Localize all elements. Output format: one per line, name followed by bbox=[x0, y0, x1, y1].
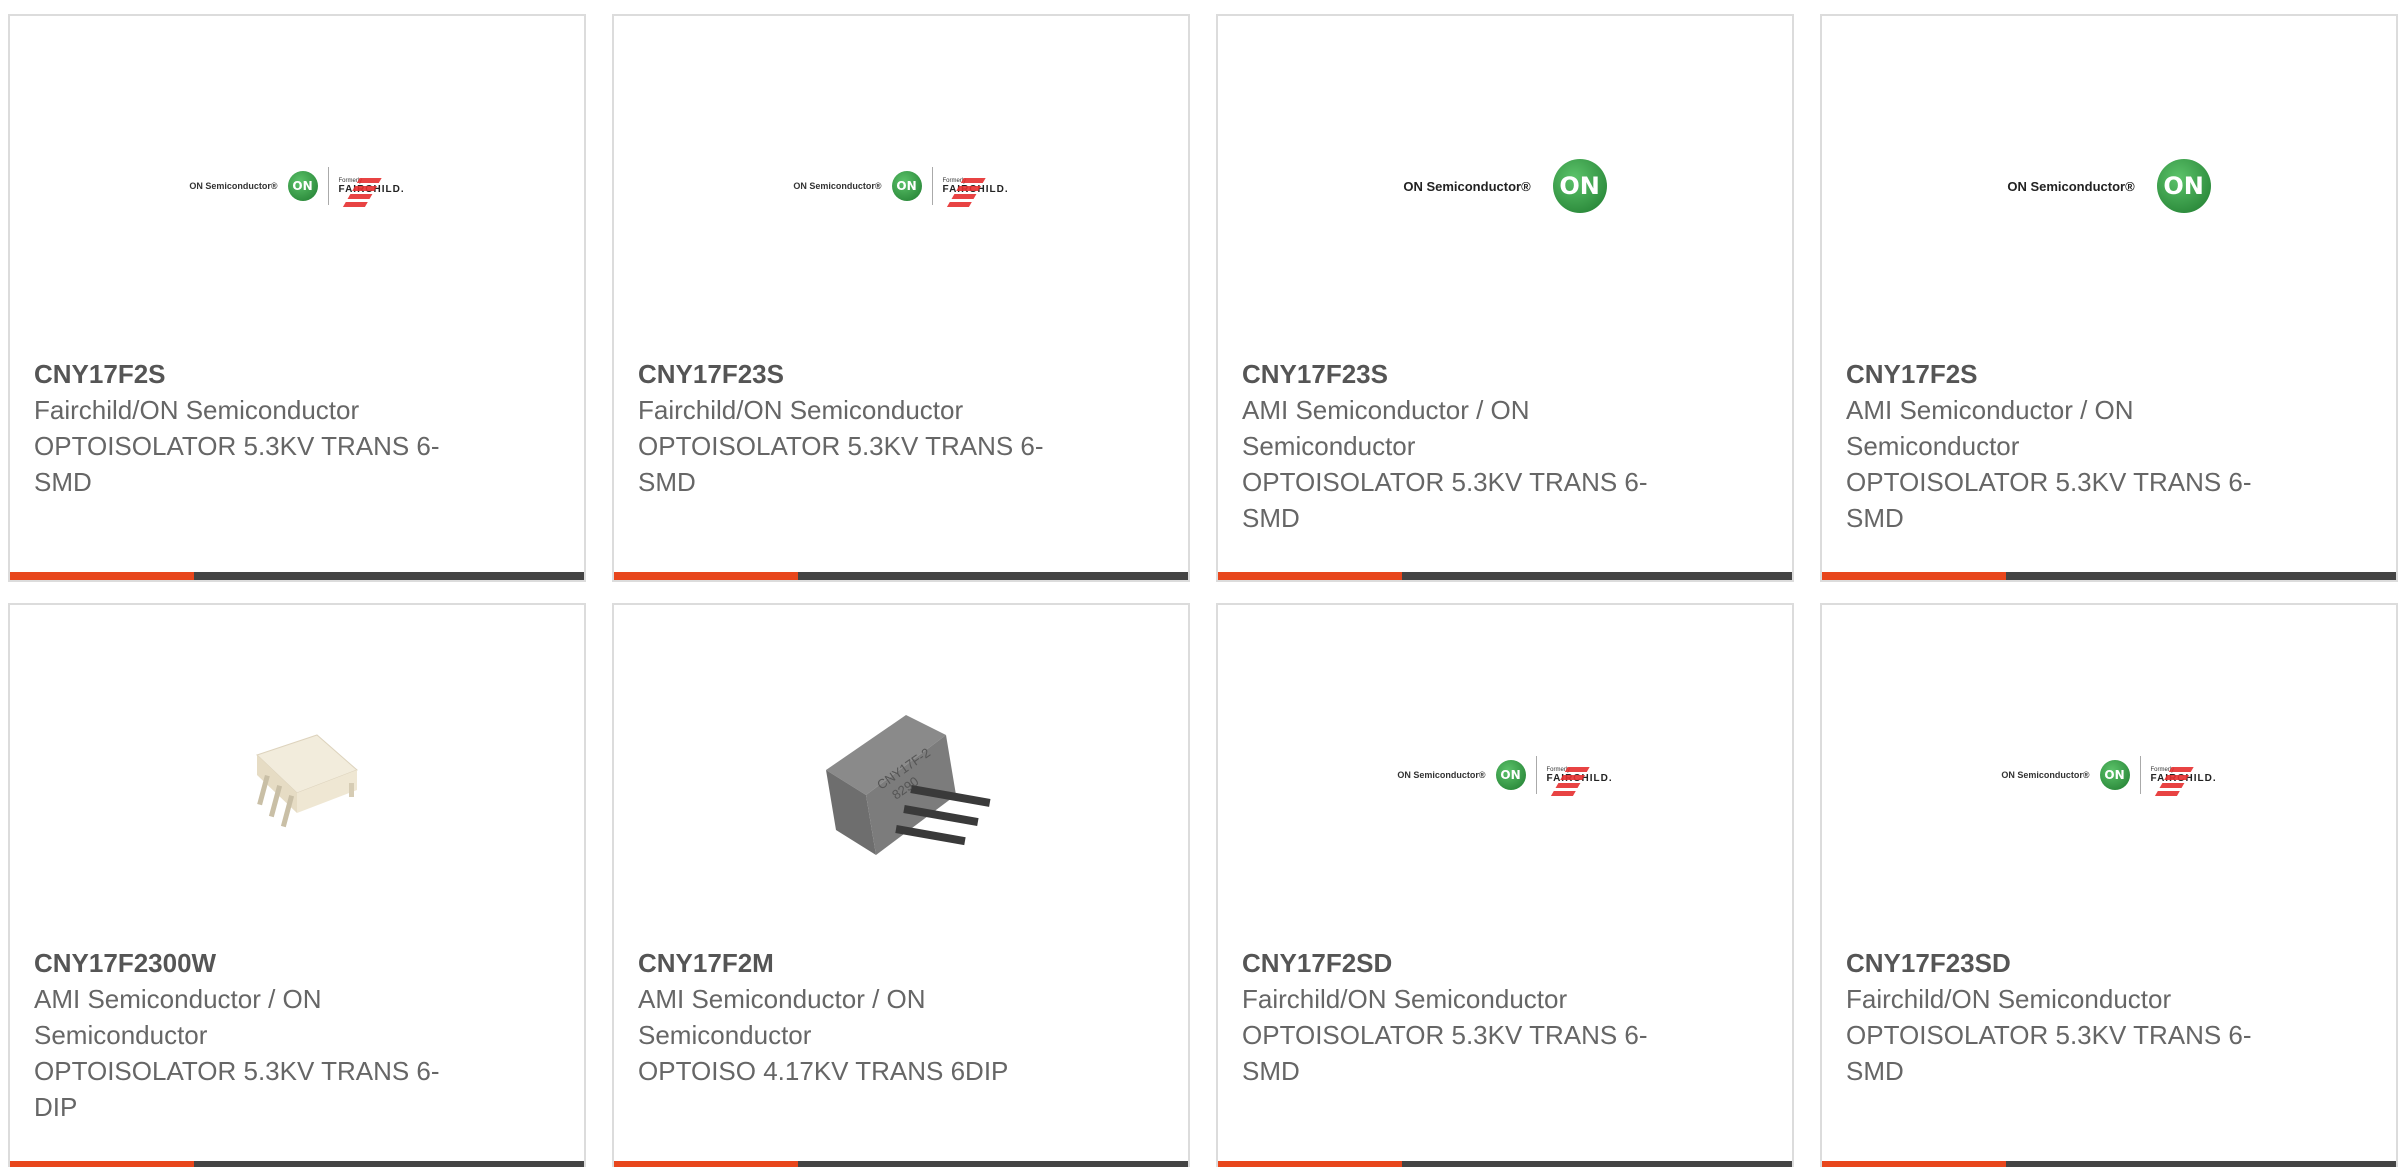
on-semiconductor-logo: ON Semiconductor® ON bbox=[2007, 159, 2211, 213]
white-dip-chip-photo bbox=[197, 675, 397, 875]
product-card[interactable]: CNY17F-2 8290 CNY17F2M AMI Semiconductor… bbox=[612, 603, 1190, 1167]
manufacturer: Fairchild/ON Semiconductor bbox=[638, 395, 964, 425]
product-card[interactable]: ON Semiconductor® ON Formerly FAIRCHILD.… bbox=[8, 14, 586, 582]
card-bottom-bar bbox=[1822, 572, 2396, 580]
manufacturer: AMI Semiconductor / ON Semiconductor bbox=[34, 984, 322, 1050]
description: OPTOISOLATOR 5.3KV TRANS 6-SMD bbox=[1846, 467, 2252, 533]
product-card[interactable]: ON Semiconductor® ON CNY17F23S AMI Semic… bbox=[1216, 14, 1794, 582]
on-logo-icon: ON bbox=[2099, 760, 2130, 790]
product-info: CNY17F2SD Fairchild/ON Semiconductor OPT… bbox=[1242, 945, 1662, 1089]
part-number[interactable]: CNY17F23S bbox=[1242, 356, 1662, 392]
manufacturer: Fairchild/ON Semiconductor bbox=[1242, 984, 1568, 1014]
description: OPTOISOLATOR 5.3KV TRANS 6-SMD bbox=[1242, 467, 1648, 533]
part-number[interactable]: CNY17F2SD bbox=[1242, 945, 1662, 981]
manufacturer: AMI Semiconductor / ON Semiconductor bbox=[1846, 395, 2134, 461]
part-number[interactable]: CNY17F2S bbox=[1846, 356, 2266, 392]
manufacturer: AMI Semiconductor / ON Semiconductor bbox=[1242, 395, 1530, 461]
on-fairchild-logo: ON Semiconductor® ON Formerly FAIRCHILD. bbox=[793, 167, 1008, 208]
product-image: ON Semiconductor® ON bbox=[1822, 16, 2396, 356]
manufacturer: Fairchild/ON Semiconductor bbox=[34, 395, 360, 425]
product-image: ON Semiconductor® ON Formerly FAIRCHILD. bbox=[1218, 605, 1792, 945]
description: OPTOISOLATOR 5.3KV TRANS 6-DIP bbox=[34, 1056, 440, 1122]
part-number[interactable]: CNY17F2300W bbox=[34, 945, 454, 981]
product-image: ON Semiconductor® ON bbox=[1218, 16, 1792, 356]
product-image: ON Semiconductor® ON Formerly FAIRCHILD. bbox=[10, 16, 584, 356]
part-number[interactable]: CNY17F2M bbox=[638, 945, 1058, 981]
description: OPTOISOLATOR 5.3KV TRANS 6-SMD bbox=[34, 431, 440, 497]
product-grid: ON Semiconductor® ON Formerly FAIRCHILD.… bbox=[0, 0, 2400, 1167]
manufacturer: Fairchild/ON Semiconductor bbox=[1846, 984, 2172, 1014]
description: OPTOISO 4.17KV TRANS 6DIP bbox=[638, 1056, 1009, 1086]
card-bottom-bar bbox=[1218, 1161, 1792, 1167]
part-number[interactable]: CNY17F2S bbox=[34, 356, 454, 392]
product-info: CNY17F23SD Fairchild/ON Semiconductor OP… bbox=[1846, 945, 2266, 1089]
product-card[interactable]: CNY17F2300W AMI Semiconductor / ON Semic… bbox=[8, 603, 586, 1167]
on-logo-icon: ON bbox=[1552, 159, 1607, 213]
on-fairchild-logo: ON Semiconductor® ON Formerly FAIRCHILD. bbox=[1397, 756, 1612, 797]
product-info: CNY17F2M AMI Semiconductor / ON Semicond… bbox=[638, 945, 1058, 1089]
product-image: ON Semiconductor® ON Formerly FAIRCHILD. bbox=[1822, 605, 2396, 945]
description: OPTOISOLATOR 5.3KV TRANS 6-SMD bbox=[1846, 1020, 2252, 1086]
product-image bbox=[10, 605, 584, 945]
on-logo-icon: ON bbox=[2156, 159, 2211, 213]
product-card[interactable]: ON Semiconductor® ON Formerly FAIRCHILD.… bbox=[1216, 603, 1794, 1167]
product-info: CNY17F23S AMI Semiconductor / ON Semicon… bbox=[1242, 356, 1662, 536]
on-fairchild-logo: ON Semiconductor® ON Formerly FAIRCHILD. bbox=[2001, 756, 2216, 797]
on-fairchild-logo: ON Semiconductor® ON Formerly FAIRCHILD. bbox=[189, 167, 404, 208]
part-number[interactable]: CNY17F23SD bbox=[1846, 945, 2266, 981]
on-logo-icon: ON bbox=[287, 171, 318, 201]
card-bottom-bar bbox=[1822, 1161, 2396, 1167]
description: OPTOISOLATOR 5.3KV TRANS 6-SMD bbox=[638, 431, 1044, 497]
manufacturer: AMI Semiconductor / ON Semiconductor bbox=[638, 984, 926, 1050]
part-number[interactable]: CNY17F23S bbox=[638, 356, 1058, 392]
gray-dip-chip-photo: CNY17F-2 8290 bbox=[796, 675, 1006, 875]
product-info: CNY17F2S AMI Semiconductor / ON Semicond… bbox=[1846, 356, 2266, 536]
card-bottom-bar bbox=[1218, 572, 1792, 580]
card-bottom-bar bbox=[10, 1161, 584, 1167]
product-image: CNY17F-2 8290 bbox=[614, 605, 1188, 945]
card-bottom-bar bbox=[10, 572, 584, 580]
product-image: ON Semiconductor® ON Formerly FAIRCHILD. bbox=[614, 16, 1188, 356]
product-info: CNY17F2300W AMI Semiconductor / ON Semic… bbox=[34, 945, 454, 1125]
on-logo-icon: ON bbox=[891, 171, 922, 201]
on-semiconductor-logo: ON Semiconductor® ON bbox=[1403, 159, 1607, 213]
product-info: CNY17F2S Fairchild/ON Semiconductor OPTO… bbox=[34, 356, 454, 500]
product-card[interactable]: ON Semiconductor® ON Formerly FAIRCHILD.… bbox=[612, 14, 1190, 582]
product-info: CNY17F23S Fairchild/ON Semiconductor OPT… bbox=[638, 356, 1058, 500]
product-card[interactable]: ON Semiconductor® ON CNY17F2S AMI Semico… bbox=[1820, 14, 2398, 582]
on-logo-icon: ON bbox=[1495, 760, 1526, 790]
card-bottom-bar bbox=[614, 1161, 1188, 1167]
description: OPTOISOLATOR 5.3KV TRANS 6-SMD bbox=[1242, 1020, 1648, 1086]
card-bottom-bar bbox=[614, 572, 1188, 580]
product-card[interactable]: ON Semiconductor® ON Formerly FAIRCHILD.… bbox=[1820, 603, 2398, 1167]
